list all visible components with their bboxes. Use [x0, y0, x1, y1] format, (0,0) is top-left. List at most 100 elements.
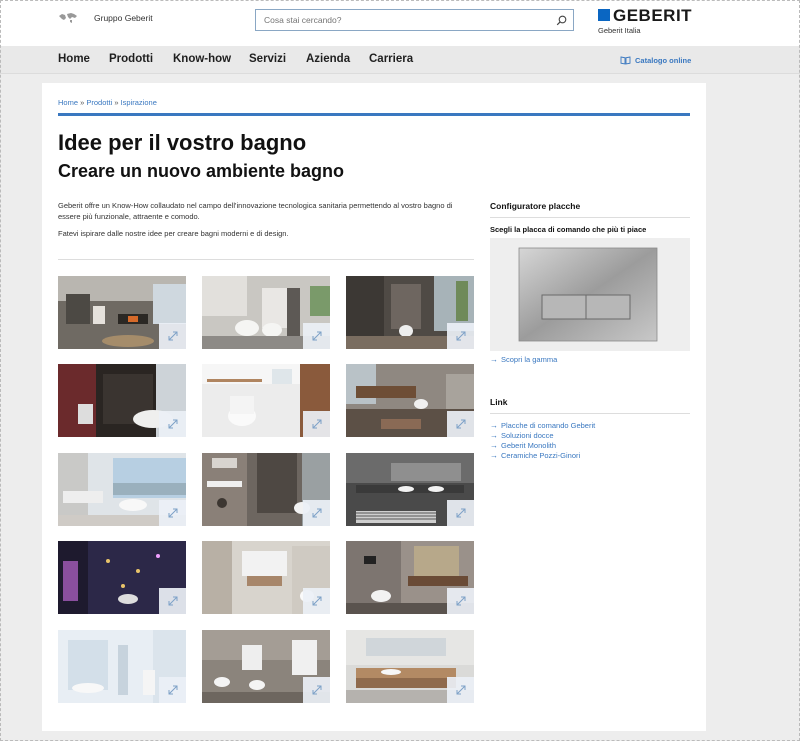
expand-arrows-icon	[456, 331, 465, 341]
configurator-title: Configuratore placche	[490, 201, 581, 211]
nav-item-know-how[interactable]: Know-how	[173, 53, 231, 65]
link-label: Geberit Monolith	[501, 441, 557, 450]
divider	[490, 217, 690, 218]
expand-arrows-icon	[456, 596, 465, 606]
gallery-image[interactable]	[58, 541, 186, 614]
scopri-label: Scopri la gamma	[501, 355, 558, 364]
expand-button[interactable]	[447, 677, 474, 703]
nav-item-carriera[interactable]: Carriera	[369, 53, 413, 65]
divider	[490, 413, 690, 414]
links-title: Link	[490, 397, 508, 407]
book-icon	[620, 56, 631, 65]
link-item[interactable]: → Placche di comando Geberit	[490, 421, 595, 431]
world-map-icon[interactable]	[58, 12, 78, 24]
expand-arrows-icon	[168, 331, 177, 341]
gallery-image[interactable]	[202, 364, 330, 437]
group-link[interactable]: Gruppo Geberit	[94, 13, 153, 23]
configurator-subtitle: Scegli la placca di comando che più ti p…	[490, 225, 647, 234]
expand-arrows-icon	[312, 685, 321, 695]
expand-arrows-icon	[168, 419, 177, 429]
expand-arrows-icon	[168, 596, 177, 606]
page-title: Idee per il vostro bagno	[58, 130, 307, 155]
expand-arrows-icon	[312, 596, 321, 606]
logo-square	[598, 9, 610, 21]
flush-plate-image[interactable]	[490, 238, 690, 351]
gallery-image[interactable]	[346, 453, 474, 526]
expand-button[interactable]	[159, 323, 186, 349]
arrow-right-icon: →	[490, 355, 498, 364]
catalog-link[interactable]: Catalogo online	[620, 56, 691, 65]
gallery-image[interactable]	[58, 630, 186, 703]
expand-arrows-icon	[456, 685, 465, 695]
search-input[interactable]	[256, 10, 546, 30]
link-item[interactable]: → Geberit Monolith	[490, 441, 595, 451]
breadcrumb-ispirazione[interactable]: Ispirazione	[121, 98, 157, 107]
expand-button[interactable]	[447, 588, 474, 614]
link-label: Soluzioni docce	[501, 431, 554, 440]
expand-button[interactable]	[159, 411, 186, 437]
expand-arrows-icon	[312, 331, 321, 341]
divider	[58, 259, 474, 260]
link-item[interactable]: → Ceramiche Pozzi-Ginori	[490, 451, 595, 461]
logo[interactable]: GEBERIT	[613, 6, 692, 26]
gallery-image[interactable]	[202, 630, 330, 703]
content-card: Home » Prodotti » Ispirazione Idee per i…	[42, 83, 706, 731]
title-divider	[58, 113, 690, 116]
gallery-image[interactable]	[58, 364, 186, 437]
search-icon[interactable]	[556, 15, 567, 26]
expand-arrows-icon	[168, 685, 177, 695]
link-label: Placche di comando Geberit	[501, 421, 596, 430]
expand-button[interactable]	[159, 588, 186, 614]
top-header: Gruppo Geberit GEBERIT Geberit Italia	[0, 0, 800, 46]
expand-button[interactable]	[303, 500, 330, 526]
expand-arrows-icon	[312, 508, 321, 518]
search-box[interactable]	[255, 9, 574, 31]
nav-item-home[interactable]: Home	[58, 53, 90, 65]
gallery-image[interactable]	[202, 276, 330, 349]
nav-item-prodotti[interactable]: Prodotti	[109, 53, 153, 65]
arrow-right-icon: →	[490, 441, 498, 450]
expand-button[interactable]	[303, 323, 330, 349]
gallery-image[interactable]	[346, 630, 474, 703]
gallery-image[interactable]	[346, 364, 474, 437]
breadcrumb-home[interactable]: Home	[58, 98, 78, 107]
expand-button[interactable]	[447, 411, 474, 437]
main-nav: Home Prodotti Know-how Servizi Azienda C…	[0, 46, 800, 74]
breadcrumb-prodotti[interactable]: Prodotti	[86, 98, 112, 107]
logo-subtitle: Geberit Italia	[598, 26, 641, 35]
breadcrumb-separator: »	[114, 98, 119, 107]
nav-item-servizi[interactable]: Servizi	[249, 53, 286, 65]
link-label: Ceramiche Pozzi-Ginori	[501, 451, 581, 460]
gallery-image[interactable]	[346, 276, 474, 349]
expand-button[interactable]	[303, 588, 330, 614]
expand-arrows-icon	[312, 419, 321, 429]
breadcrumb-separator: »	[80, 98, 85, 107]
expand-button[interactable]	[447, 500, 474, 526]
gallery-image[interactable]	[58, 453, 186, 526]
intro-text-2: Fatevi ispirare dalle nostre idee per cr…	[58, 229, 289, 238]
expand-arrows-icon	[456, 508, 465, 518]
breadcrumb: Home » Prodotti » Ispirazione	[58, 98, 157, 107]
expand-button[interactable]	[303, 677, 330, 703]
expand-button[interactable]	[159, 500, 186, 526]
expand-arrows-icon	[456, 419, 465, 429]
gallery-image[interactable]	[202, 541, 330, 614]
expand-button[interactable]	[447, 323, 474, 349]
expand-button[interactable]	[303, 411, 330, 437]
arrow-right-icon: →	[490, 421, 498, 430]
catalog-label: Catalogo online	[635, 56, 692, 65]
flush-plate-photo	[518, 247, 658, 342]
gallery-image[interactable]	[202, 453, 330, 526]
gallery-image[interactable]	[346, 541, 474, 614]
intro-text: Geberit offre un Know-How collaudato nel…	[58, 201, 453, 221]
arrow-right-icon: →	[490, 431, 498, 440]
nav-item-azienda[interactable]: Azienda	[306, 53, 350, 65]
expand-button[interactable]	[159, 677, 186, 703]
link-item[interactable]: → Soluzioni docce	[490, 431, 595, 441]
gallery-image[interactable]	[58, 276, 186, 349]
expand-arrows-icon	[168, 508, 177, 518]
scopri-link[interactable]: → Scopri la gamma	[490, 355, 557, 364]
links-list: → Placche di comando Geberit → Soluzioni d…	[490, 421, 595, 461]
arrow-right-icon: →	[490, 451, 498, 460]
page-subtitle: Creare un nuovo ambiente bagno	[58, 161, 345, 181]
